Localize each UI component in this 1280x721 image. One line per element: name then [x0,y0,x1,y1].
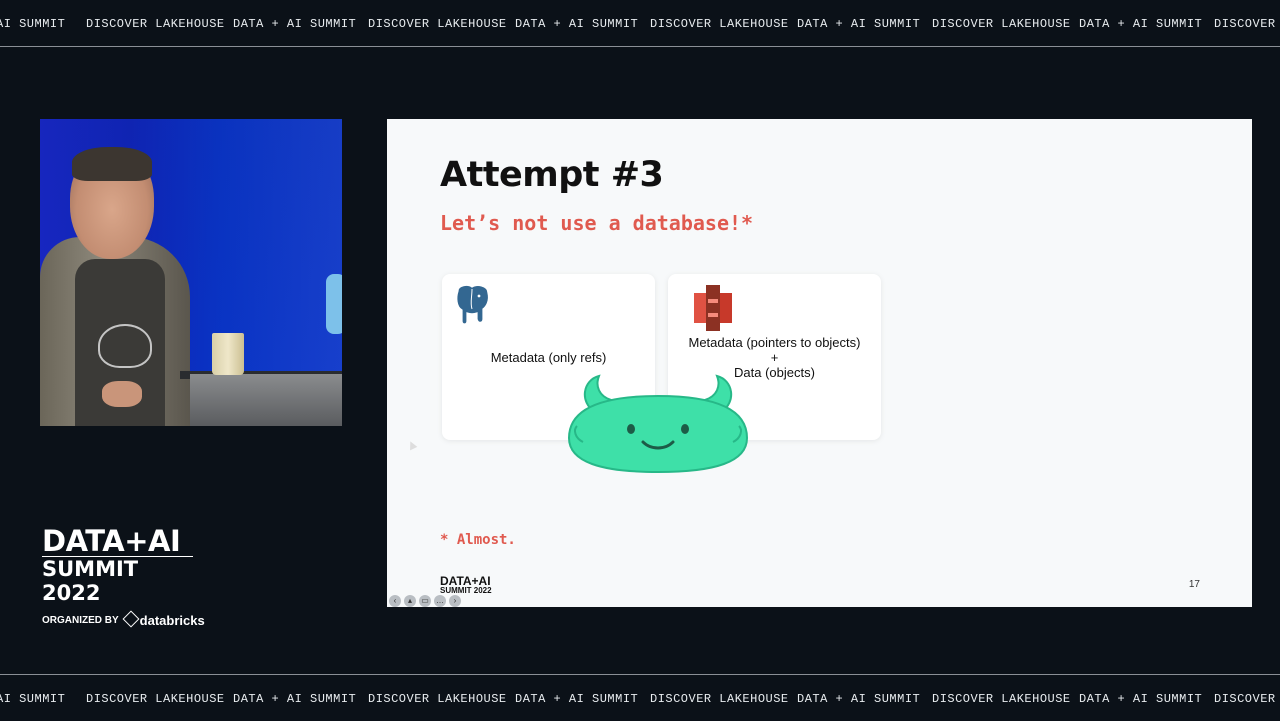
mascot-icon [567,374,749,474]
ticker-item: DISCOVER LAKEHOUSE [86,692,225,706]
s3-label-line1: Metadata (pointers to objects) [688,335,861,350]
ticker-item: DISCOVER LAKEHOUSE [932,692,1071,706]
speaker-hair [72,147,152,181]
ticker-item: DISCOVER LAKEHOUSE [368,692,507,706]
slide-logo-line1: DATA+AI [440,574,491,588]
slide-subtitle: Let’s not use a database!* [440,211,754,235]
postgres-card-label: Metadata (only refs) [490,350,607,365]
more-options-icon[interactable]: … [434,595,446,607]
ticker-item: DISCOVER LAKEHOUSE [650,692,789,706]
coffee-cup [212,333,244,375]
stage-decoration [326,274,342,334]
shirt-logo [98,324,152,368]
ticker-item: DATA + AI SUMMIT [797,692,921,706]
event-logo-line1: DATA+AI [42,524,181,558]
ticker-item: DISCOVER LAKEHOUSE [650,17,789,31]
previous-slide-icon[interactable]: ‹ [389,595,401,607]
slide-controls: ‹ ▴ ▭ … › [389,595,461,607]
ticker-item: DATA + AI SUMMIT [233,17,357,31]
podium [190,374,342,426]
ticker-item: DATA + AI SUMMIT [1079,692,1203,706]
event-logo-line2: SUMMIT 2022 [42,556,193,605]
slide-page-number: 17 [1188,579,1200,590]
organized-by-label: ORGANIZED BY [42,615,119,626]
databricks-logo-icon [122,610,140,628]
databricks-name: databricks [139,613,205,628]
ticker-item: DATA + AI SUMMIT [515,692,639,706]
postgresql-elephant-icon [456,284,490,325]
ticker-item: DISCOVER LAKEHOUSE [932,17,1071,31]
slide-footnote: * Almost. [440,532,516,548]
speaker-video [40,119,342,426]
captions-icon[interactable]: ▭ [419,595,431,607]
ticker-item: DATA + AI SUMMIT [797,17,921,31]
s3-label-line2: + [770,350,779,365]
pen-tool-icon[interactable]: ▴ [404,595,416,607]
slide-footer-logo: DATA+AI SUMMIT 2022 [440,574,492,596]
slide-title: Attempt #3 [440,155,664,195]
ticker-item: DISCOVER LA [1214,17,1280,31]
ticker-item: DATA + AI SUMMIT [515,17,639,31]
event-logo: DATA+AI SUMMIT 2022 ORGANIZED BY databri… [42,526,205,628]
presentation-slide: Attempt #3 Let’s not use a database!* Me… [387,119,1252,607]
ticker-item: AI SUMMIT [0,692,66,706]
speaker-hand [102,381,142,407]
ticker-item: AI SUMMIT [0,17,66,31]
ticker-item: DATA + AI SUMMIT [1079,17,1203,31]
ticker-item: DATA + AI SUMMIT [233,692,357,706]
ticker-item: DISCOVER LAKEHOUSE [368,17,507,31]
aws-s3-bucket-icon [694,285,732,331]
ticker-item: DISCOVER LAKEHOUSE [86,17,225,31]
event-organizer: ORGANIZED BY databricks [42,610,205,628]
ticker-item: DISCOVER LA [1214,692,1280,706]
top-ticker: AI SUMMIT DISCOVER LAKEHOUSE DATA + AI S… [0,0,1280,47]
databricks-brand: databricks [122,610,205,628]
next-slide-icon[interactable]: › [449,595,461,607]
bottom-ticker: AI SUMMIT DISCOVER LAKEHOUSE DATA + AI S… [0,674,1280,721]
